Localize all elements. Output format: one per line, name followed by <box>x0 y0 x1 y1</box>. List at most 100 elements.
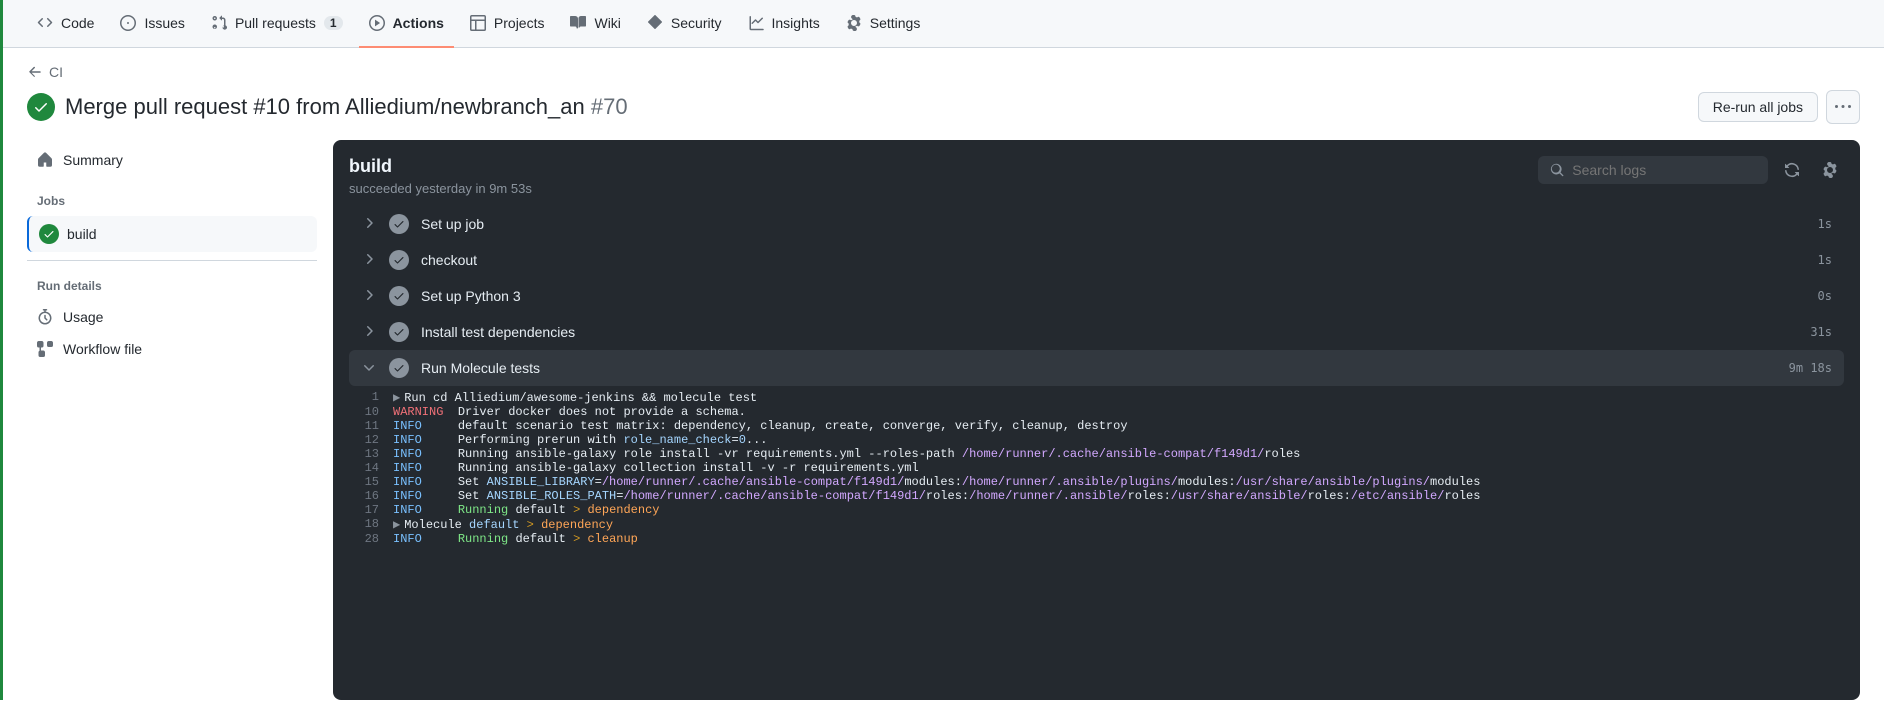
tab-pulls[interactable]: Pull requests 1 <box>201 0 353 48</box>
tab-actions[interactable]: Actions <box>359 0 454 48</box>
book-icon <box>570 15 586 31</box>
tab-issues[interactable]: Issues <box>110 0 194 48</box>
status-success-icon <box>389 286 409 306</box>
step-row[interactable]: Set up Python 30s <box>349 278 1844 314</box>
caret-icon[interactable]: ▶ <box>393 518 400 532</box>
refresh-button[interactable] <box>1778 156 1806 184</box>
sidebar-usage-label: Usage <box>63 309 103 325</box>
rerun-button[interactable]: Re-run all jobs <box>1698 92 1818 122</box>
gear-icon <box>846 15 862 31</box>
pull-counter: 1 <box>324 16 343 30</box>
tab-wiki[interactable]: Wiki <box>560 0 630 48</box>
run-sidebar: Summary Jobs build Run details Usage Wor… <box>27 140 317 700</box>
run-number: #70 <box>591 94 628 119</box>
tab-wiki-label: Wiki <box>594 15 620 31</box>
sidebar-usage[interactable]: Usage <box>27 301 317 333</box>
line-number: 10 <box>349 405 393 419</box>
step-name: checkout <box>421 252 1806 268</box>
tab-settings[interactable]: Settings <box>836 0 931 48</box>
status-success-icon <box>389 322 409 342</box>
line-number: 18 <box>349 517 393 532</box>
tab-security-label: Security <box>671 15 722 31</box>
line-number: 16 <box>349 489 393 503</box>
tab-pulls-label: Pull requests <box>235 15 316 31</box>
step-duration: 0s <box>1818 289 1832 303</box>
sidebar-workflow-file[interactable]: Workflow file <box>27 333 317 365</box>
step-row[interactable]: Run Molecule tests9m 18s <box>349 350 1844 386</box>
line-number: 17 <box>349 503 393 517</box>
sidebar-job-build[interactable]: build <box>27 216 317 252</box>
sidebar-summary-label: Summary <box>63 152 123 168</box>
issues-icon <box>120 15 136 31</box>
log-line: 15INFO Set ANSIBLE_LIBRARY=/home/runner/… <box>349 475 1844 489</box>
status-success-icon <box>39 224 59 244</box>
status-success-icon <box>389 214 409 234</box>
chevron-icon <box>361 287 377 306</box>
step-row[interactable]: Set up job 1s <box>349 206 1844 242</box>
step-duration: 1s <box>1818 253 1832 267</box>
log-line: 13INFO Running ansible-galaxy role insta… <box>349 447 1844 461</box>
search-icon <box>1550 162 1564 178</box>
log-line: 17INFO Running default > dependency <box>349 503 1844 517</box>
table-icon <box>470 15 486 31</box>
step-row[interactable]: Install test dependencies 31s <box>349 314 1844 350</box>
shield-icon <box>647 15 663 31</box>
tab-security[interactable]: Security <box>637 0 732 48</box>
tab-issues-label: Issues <box>144 15 184 31</box>
tab-code[interactable]: Code <box>27 0 104 48</box>
log-line: 28INFO Running default > cleanup <box>349 532 1844 546</box>
step-duration: 1s <box>1818 217 1832 231</box>
git-pull-request-icon <box>211 15 227 31</box>
tab-actions-label: Actions <box>393 15 444 31</box>
stopwatch-icon <box>37 309 53 325</box>
caret-icon[interactable]: ▶ <box>393 391 400 405</box>
status-success-icon <box>389 358 409 378</box>
gear-icon <box>1822 162 1838 178</box>
workflow-icon <box>37 341 53 357</box>
log-panel: build succeeded yesterday in 9m 53s <box>333 140 1860 700</box>
breadcrumb-label: CI <box>49 64 63 80</box>
log-line: 12INFO Performing prerun with role_name_… <box>349 433 1844 447</box>
step-duration: 9m 18s <box>1789 361 1832 375</box>
sidebar-summary[interactable]: Summary <box>27 144 317 176</box>
graph-icon <box>748 15 764 31</box>
log-settings-button[interactable] <box>1816 156 1844 184</box>
repo-tabnav: Code Issues Pull requests 1 Actions Proj… <box>3 0 1884 48</box>
chevron-icon <box>361 359 377 378</box>
tab-insights-label: Insights <box>772 15 820 31</box>
search-input[interactable] <box>1572 162 1756 178</box>
status-success-icon <box>27 93 55 121</box>
sidebar-jobs-heading: Jobs <box>27 186 317 216</box>
tab-projects[interactable]: Projects <box>460 0 555 48</box>
kebab-menu-button[interactable] <box>1826 90 1860 124</box>
breadcrumb-back[interactable]: CI <box>27 64 1860 80</box>
log-line: 11INFO default scenario test matrix: dep… <box>349 419 1844 433</box>
log-line: 18▶Molecule default > dependency <box>349 517 1844 532</box>
line-number: 28 <box>349 532 393 546</box>
home-icon <box>37 152 53 168</box>
chevron-icon <box>361 251 377 270</box>
step-row[interactable]: checkout 1s <box>349 242 1844 278</box>
log-line: 16INFO Set ANSIBLE_ROLES_PATH=/home/runn… <box>349 489 1844 503</box>
tab-code-label: Code <box>61 15 94 31</box>
step-name: Install test dependencies <box>421 324 1798 340</box>
line-number: 1 <box>349 390 393 405</box>
step-duration: 31s <box>1810 325 1832 339</box>
step-name: Set up job <box>421 216 1806 232</box>
tab-insights[interactable]: Insights <box>738 0 830 48</box>
arrow-left-icon <box>27 64 43 80</box>
line-number: 14 <box>349 461 393 475</box>
code-icon <box>37 15 53 31</box>
line-number: 13 <box>349 447 393 461</box>
tab-projects-label: Projects <box>494 15 545 31</box>
job-title: build <box>349 156 532 177</box>
sidebar-job-label: build <box>67 226 97 242</box>
line-number: 15 <box>349 475 393 489</box>
sync-icon <box>1784 162 1800 178</box>
chevron-icon <box>361 215 377 234</box>
log-line: 14INFO Running ansible-galaxy collection… <box>349 461 1844 475</box>
search-logs[interactable] <box>1538 156 1768 184</box>
log-line: 10WARNING Driver docker does not provide… <box>349 405 1844 419</box>
tab-settings-label: Settings <box>870 15 921 31</box>
play-icon <box>369 15 385 31</box>
